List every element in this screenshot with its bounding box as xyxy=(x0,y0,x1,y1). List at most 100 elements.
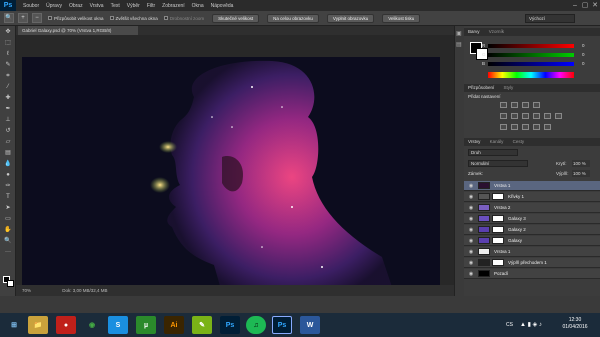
visibility-eye-icon[interactable]: ◉ xyxy=(467,238,475,244)
bw-adjust-icon[interactable] xyxy=(533,113,540,119)
layer-thumbnail[interactable] xyxy=(478,182,490,189)
visibility-eye-icon[interactable]: ◉ xyxy=(467,216,475,222)
photoshop-taskbar-icon[interactable]: Ps xyxy=(220,316,240,334)
green-value[interactable]: 0 xyxy=(582,52,585,57)
layer-thumbnail[interactable] xyxy=(478,204,490,211)
red-slider[interactable] xyxy=(488,44,574,48)
blend-mode-select[interactable]: Normální xyxy=(468,160,528,167)
invert-adjust-icon[interactable] xyxy=(500,124,507,130)
tab-adjustments[interactable]: Přizpůsobení xyxy=(468,85,494,90)
chrome-taskbar-icon[interactable]: ◉ xyxy=(82,316,102,334)
start-button[interactable]: ⊞ xyxy=(4,316,24,334)
restore-button[interactable]: ▢ xyxy=(580,1,590,11)
properties-panel-icon[interactable]: ▤ xyxy=(456,41,463,48)
history-panel-icon[interactable]: ▣ xyxy=(456,30,463,37)
menu-edit[interactable]: Úpravy xyxy=(46,3,62,9)
brightness-adjust-icon[interactable] xyxy=(500,102,507,108)
move-tool-icon[interactable]: ✥ xyxy=(3,28,13,37)
photo-filter-adjust-icon[interactable] xyxy=(544,113,551,119)
tray-icons[interactable]: ▲ ▮ ◈ ♪ xyxy=(520,321,542,328)
spotify-taskbar-icon[interactable]: ♫ xyxy=(246,316,266,334)
layer-row[interactable]: ◉ Pozadí xyxy=(464,269,600,279)
zoom-tool-icon[interactable]: 🔍 xyxy=(3,237,13,246)
layer-row[interactable]: ◉ Vrstva 1 xyxy=(464,181,600,191)
visibility-eye-icon[interactable]: ◉ xyxy=(467,194,475,200)
visibility-eye-icon[interactable]: ◉ xyxy=(467,205,475,211)
brush-tool-icon[interactable]: ✒ xyxy=(3,105,13,114)
blur-tool-icon[interactable]: 💧 xyxy=(3,160,13,169)
layer-mask-thumbnail[interactable] xyxy=(492,226,504,233)
word-taskbar-icon[interactable]: W xyxy=(300,316,320,334)
layer-row[interactable]: ◉ Vrstva 2 xyxy=(464,203,600,213)
tab-paths[interactable]: Cesty xyxy=(513,139,525,144)
tab-styles[interactable]: Styly xyxy=(504,85,514,90)
threshold-adjust-icon[interactable] xyxy=(522,124,529,130)
illustrator-taskbar-icon[interactable]: Ai xyxy=(164,316,184,334)
gradient-map-adjust-icon[interactable] xyxy=(533,124,540,130)
zoom-tool-icon[interactable]: 🔍 xyxy=(4,13,14,23)
menu-filter[interactable]: Filtr xyxy=(147,3,155,9)
layer-thumbnail[interactable] xyxy=(478,226,490,233)
minimize-button[interactable]: – xyxy=(570,1,580,11)
lasso-tool-icon[interactable]: ℓ xyxy=(3,50,13,59)
menu-help[interactable]: Nápověda xyxy=(211,3,234,9)
menu-image[interactable]: Obraz xyxy=(69,3,83,9)
photoshop-active-taskbar-icon[interactable]: Ps xyxy=(272,316,292,334)
blue-slider[interactable] xyxy=(488,62,574,66)
path-select-tool-icon[interactable]: ➤ xyxy=(3,204,13,213)
scrubby-zoom-checkbox[interactable] xyxy=(163,16,168,20)
channel-mixer-adjust-icon[interactable] xyxy=(555,113,562,119)
tab-swatches[interactable]: Vzorník xyxy=(489,29,504,34)
menu-window[interactable]: Okna xyxy=(192,3,204,9)
visibility-eye-icon[interactable]: ◉ xyxy=(467,271,475,277)
zoom-level[interactable]: 70% xyxy=(22,288,31,293)
drawing-app-taskbar-icon[interactable]: ✎ xyxy=(192,316,212,334)
menu-layer[interactable]: Vrstva xyxy=(90,3,104,9)
background-color-swatch[interactable] xyxy=(7,280,14,287)
layer-row[interactable]: ◉ Výplň přechodem 1 xyxy=(464,258,600,268)
exposure-adjust-icon[interactable] xyxy=(533,102,540,108)
crop-tool-icon[interactable]: ⌗ xyxy=(3,72,13,81)
curves-adjust-icon[interactable] xyxy=(522,102,529,108)
green-slider[interactable] xyxy=(488,53,574,57)
layer-row[interactable]: ◉ Galaxy 3 xyxy=(464,214,600,224)
visibility-eye-icon[interactable]: ◉ xyxy=(467,183,475,189)
posterize-adjust-icon[interactable] xyxy=(511,124,518,130)
history-brush-tool-icon[interactable]: ↺ xyxy=(3,127,13,136)
more-tools-icon[interactable]: ··· xyxy=(3,248,13,257)
opacity-input[interactable]: 100 % xyxy=(572,160,590,167)
print-size-button[interactable]: Velikost tisku xyxy=(382,13,421,23)
eyedropper-tool-icon[interactable]: ⁄ xyxy=(3,83,13,92)
layer-filter-kind[interactable]: Druh xyxy=(468,149,518,156)
blue-value[interactable]: 0 xyxy=(582,61,585,66)
layer-mask-thumbnail[interactable] xyxy=(492,193,504,200)
layer-thumbnail[interactable] xyxy=(478,248,490,255)
fill-input[interactable]: 100 % xyxy=(572,170,590,177)
eraser-tool-icon[interactable]: ▱ xyxy=(3,138,13,147)
color-spectrum-ramp[interactable] xyxy=(488,72,574,78)
canvas-artwork[interactable] xyxy=(22,57,440,293)
document-tab[interactable]: Gabriel Galaxy.psd @ 70% (Vrstva 1,RGB/8… xyxy=(18,26,138,35)
layer-mask-thumbnail[interactable] xyxy=(492,215,504,222)
levels-adjust-icon[interactable] xyxy=(511,102,518,108)
dodge-tool-icon[interactable]: ● xyxy=(3,171,13,180)
hand-tool-icon[interactable]: ✋ xyxy=(3,226,13,235)
marquee-tool-icon[interactable]: ⬚ xyxy=(3,39,13,48)
visibility-eye-icon[interactable]: ◉ xyxy=(467,249,475,255)
fill-screen-button[interactable]: Vyplnit obrazovku xyxy=(326,13,375,23)
menu-file[interactable]: Soubor xyxy=(23,3,39,9)
layer-thumbnail[interactable] xyxy=(478,259,490,266)
close-button[interactable]: ✕ xyxy=(590,1,600,11)
workspace-select[interactable]: Výchozí xyxy=(525,14,575,23)
tab-layers[interactable]: Vrstvy xyxy=(468,139,480,144)
quick-select-tool-icon[interactable]: ✎ xyxy=(3,61,13,70)
visibility-eye-icon[interactable]: ◉ xyxy=(467,260,475,266)
red-value[interactable]: 0 xyxy=(582,43,585,48)
selective-color-adjust-icon[interactable] xyxy=(544,124,551,130)
menu-select[interactable]: Výběr xyxy=(127,3,140,9)
resize-windows-checkbox[interactable] xyxy=(48,16,52,20)
fit-screen-button[interactable]: Na celou obrazovku xyxy=(267,13,319,23)
type-tool-icon[interactable]: T xyxy=(3,193,13,202)
visibility-eye-icon[interactable]: ◉ xyxy=(467,227,475,233)
pen-tool-icon[interactable]: ✑ xyxy=(3,182,13,191)
